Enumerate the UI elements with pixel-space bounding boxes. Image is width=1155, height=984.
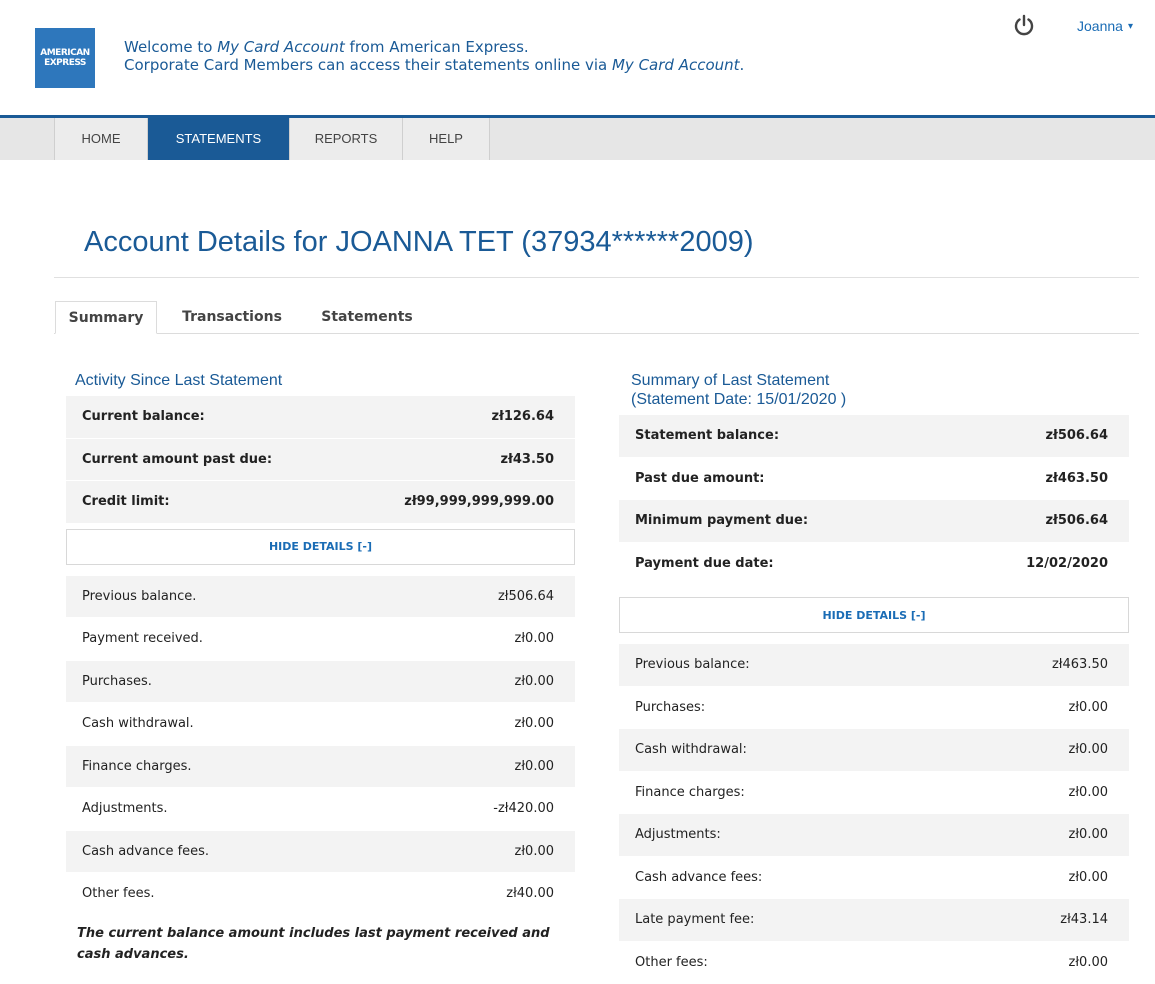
chevron-down-icon: ▾	[1128, 21, 1133, 32]
tab-statements[interactable]: Statements	[306, 301, 428, 333]
nav-tab-reports[interactable]: REPORTS	[290, 118, 403, 160]
user-menu[interactable]: Joanna ▾	[1077, 18, 1133, 34]
nav-tab-help[interactable]: HELP	[403, 118, 490, 160]
user-name: Joanna	[1077, 18, 1123, 34]
table-row: Cash advance fees. zł0.00	[66, 831, 575, 874]
row-label: Cash withdrawal.	[82, 716, 194, 731]
row-value: -zł420.00	[493, 801, 554, 816]
welcome-message: Welcome to My Card Account from American…	[124, 38, 744, 74]
table-row: Adjustments: zł0.00	[619, 814, 1129, 857]
row-label: Statement balance:	[635, 428, 779, 443]
row-value: zł0.00	[1069, 785, 1108, 800]
nav-tab-statements[interactable]: STATEMENTS	[148, 118, 290, 160]
table-row: Finance charges. zł0.00	[66, 746, 575, 789]
logo-text-line2: EXPRESS	[44, 58, 86, 68]
row-label: Other fees.	[82, 886, 155, 901]
activity-panel: Activity Since Last Statement Current ba…	[66, 371, 575, 965]
activity-summary-rows: Current balance: zł126.64 Current amount p…	[66, 396, 575, 524]
row-value: zł506.64	[1045, 428, 1108, 443]
row-value: zł0.00	[515, 844, 554, 859]
row-value: zł0.00	[515, 759, 554, 774]
row-label: Previous balance:	[635, 657, 750, 672]
main-nav: HOMESTATEMENTSREPORTSHELP	[0, 115, 1155, 160]
logo-text-line1: AMERICAN	[40, 48, 89, 58]
activity-heading: Activity Since Last Statement	[66, 371, 575, 390]
last-statement-panel: Summary of Last Statement (Statement Dat…	[619, 371, 1129, 984]
row-label: Payment received.	[82, 631, 203, 646]
row-label: Other fees:	[635, 955, 708, 970]
tab-transactions[interactable]: Transactions	[166, 301, 298, 333]
statement-detail-rows: Previous balance: zł463.50 Purchases: zł0.0…	[619, 644, 1129, 984]
table-row: Previous balance: zł463.50	[619, 644, 1129, 687]
row-value: zł506.64	[498, 589, 554, 604]
row-label: Cash advance fees.	[82, 844, 209, 859]
row-label: Adjustments:	[635, 827, 721, 842]
page-title: Account Details for JOANNA TET (37934***…	[84, 226, 754, 259]
table-row: Finance charges: zł0.00	[619, 772, 1129, 815]
row-label: Purchases.	[82, 674, 152, 689]
row-label: Finance charges:	[635, 785, 745, 800]
row-value: zł99,999,999,999.00	[404, 494, 554, 509]
row-value: zł43.50	[500, 452, 554, 467]
row-value: 12/02/2020	[1026, 556, 1108, 571]
table-row: Other fees. zł40.00	[66, 873, 575, 916]
table-row: Past due amount: zł463.50	[619, 458, 1129, 501]
row-value: zł0.00	[515, 674, 554, 689]
row-value: zł0.00	[1069, 827, 1108, 842]
row-label: Finance charges.	[82, 759, 192, 774]
balance-note: The current balance amount includes last…	[66, 923, 567, 965]
power-icon[interactable]	[1013, 14, 1035, 36]
row-value: zł0.00	[515, 716, 554, 731]
row-label: Cash advance fees:	[635, 870, 762, 885]
row-value: zł0.00	[1069, 870, 1108, 885]
row-value: zł463.50	[1045, 471, 1108, 486]
row-label: Credit limit:	[82, 494, 170, 509]
row-label: Adjustments.	[82, 801, 168, 816]
row-value: zł40.00	[506, 886, 554, 901]
nav-tab-home[interactable]: HOME	[54, 118, 148, 160]
hide-details-button[interactable]: HIDE DETAILS [-]	[66, 529, 575, 565]
table-row: Credit limit: zł99,999,999,999.00	[66, 481, 575, 524]
row-value: zł0.00	[515, 631, 554, 646]
activity-detail-rows: Previous balance. zł506.64 Payment receive…	[66, 576, 575, 916]
table-row: Purchases. zł0.00	[66, 661, 575, 704]
table-row: Current amount past due: zł43.50	[66, 439, 575, 482]
row-value: zł506.64	[1045, 513, 1108, 528]
table-row: Payment due date: 12/02/2020	[619, 543, 1129, 586]
row-label: Current balance:	[82, 409, 205, 424]
amex-logo[interactable]: AMERICAN EXPRESS	[35, 28, 95, 88]
row-label: Purchases:	[635, 700, 705, 715]
table-row: Late payment fee: zł43.14	[619, 899, 1129, 942]
row-label: Cash withdrawal:	[635, 742, 747, 757]
row-label: Current amount past due:	[82, 452, 272, 467]
table-row: Adjustments. -zł420.00	[66, 788, 575, 831]
row-value: zł43.14	[1060, 912, 1108, 927]
table-row: Cash advance fees: zł0.00	[619, 857, 1129, 900]
table-row: Minimum payment due: zł506.64	[619, 500, 1129, 543]
table-row: Payment received. zł0.00	[66, 618, 575, 661]
last-statement-heading: Summary of Last Statement (Statement Dat…	[619, 371, 1129, 409]
table-row: Current balance: zł126.64	[66, 396, 575, 439]
divider	[54, 277, 1139, 278]
row-label: Payment due date:	[635, 556, 774, 571]
tab-summary[interactable]: Summary	[55, 301, 157, 334]
table-row: Other fees: zł0.00	[619, 942, 1129, 984]
row-value: zł126.64	[491, 409, 554, 424]
hide-details-button[interactable]: HIDE DETAILS [-]	[619, 597, 1129, 633]
row-label: Late payment fee:	[635, 912, 754, 927]
row-label: Past due amount:	[635, 471, 765, 486]
row-value: zł463.50	[1052, 657, 1108, 672]
table-row: Cash withdrawal. zł0.00	[66, 703, 575, 746]
statement-summary-rows: Statement balance: zł506.64 Past due amoun…	[619, 415, 1129, 585]
row-value: zł0.00	[1069, 742, 1108, 757]
table-row: Cash withdrawal: zł0.00	[619, 729, 1129, 772]
row-label: Previous balance.	[82, 589, 196, 604]
row-value: zł0.00	[1069, 955, 1108, 970]
table-row: Purchases: zł0.00	[619, 687, 1129, 730]
row-label: Minimum payment due:	[635, 513, 808, 528]
subtabs: Summary Transactions Statements	[54, 301, 1139, 334]
table-row: Previous balance. zł506.64	[66, 576, 575, 619]
table-row: Statement balance: zł506.64	[619, 415, 1129, 458]
row-value: zł0.00	[1069, 700, 1108, 715]
